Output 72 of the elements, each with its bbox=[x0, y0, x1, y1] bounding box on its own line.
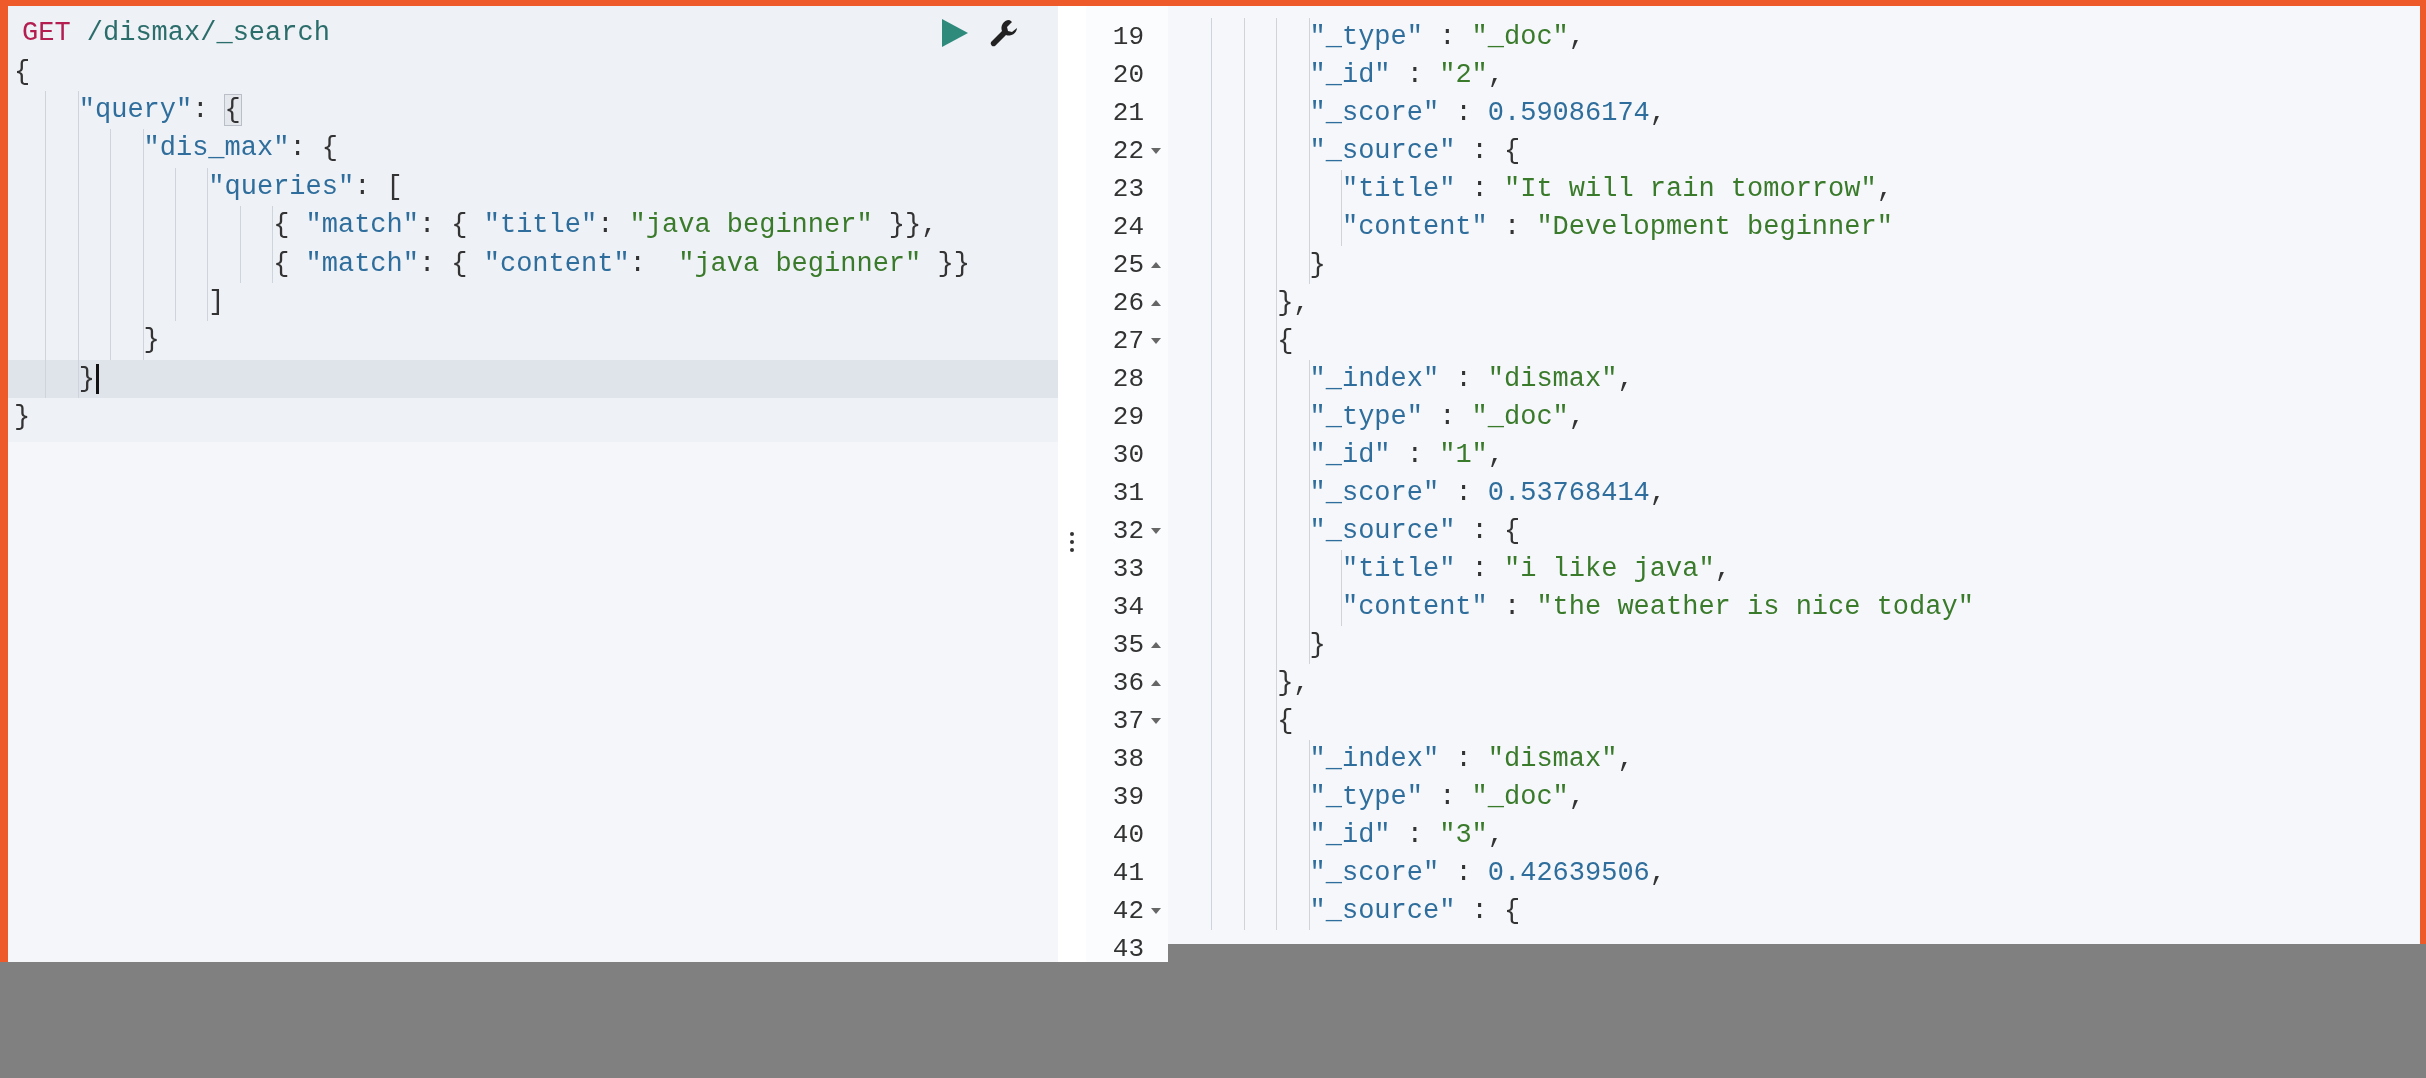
code-line: "content" : "the weather is nice today" bbox=[1180, 588, 1974, 626]
caret-up-icon[interactable] bbox=[1151, 300, 1161, 306]
line-number: 38 bbox=[1112, 744, 1144, 774]
line-number: 26 bbox=[1112, 288, 1144, 318]
code-line: "_source" : { bbox=[1180, 132, 1521, 170]
caret-down-icon[interactable] bbox=[1151, 148, 1161, 154]
wrench-icon[interactable] bbox=[990, 19, 1018, 48]
line-number: 43 bbox=[1112, 934, 1144, 964]
caret-down-icon[interactable] bbox=[1151, 718, 1161, 724]
code-line: ] bbox=[8, 282, 225, 322]
code-line: { bbox=[1180, 322, 1294, 360]
caret-up-icon[interactable] bbox=[1151, 642, 1161, 648]
line-number: 19 bbox=[1112, 22, 1144, 52]
line-number: 23 bbox=[1112, 174, 1144, 204]
caret-down-icon[interactable] bbox=[1151, 338, 1161, 344]
line-number: 24 bbox=[1112, 212, 1144, 242]
code-line: } bbox=[8, 321, 160, 360]
code-line: }, bbox=[1180, 664, 1310, 702]
line-number: 39 bbox=[1112, 782, 1144, 812]
code-line: "query": { bbox=[8, 90, 241, 130]
code-line: "_index" : "dismax", bbox=[1180, 740, 1634, 778]
code-line: "_score" : 0.42639506, bbox=[1180, 854, 1667, 892]
code-line: "title" : "i like java", bbox=[1180, 550, 1731, 588]
code-line: } bbox=[1180, 626, 1326, 664]
line-number: 29 bbox=[1112, 402, 1144, 432]
code-line: { "match": { "content": "java beginner" }} bbox=[8, 244, 970, 283]
line-number: 42 bbox=[1112, 896, 1144, 926]
line-number: 27 bbox=[1112, 326, 1144, 356]
code-line: "_id" : "1", bbox=[1180, 436, 1504, 474]
code-line: "_score" : 0.59086174, bbox=[1180, 94, 1667, 132]
code-line: } bbox=[13, 401, 31, 435]
code-line: "_source" : { bbox=[1180, 512, 1521, 550]
code-line: "queries": [ bbox=[8, 167, 403, 206]
line-number: 32 bbox=[1112, 516, 1144, 546]
code-line: "_type" : "_doc", bbox=[1180, 778, 1585, 816]
line-number: 33 bbox=[1112, 554, 1144, 584]
code-line: "_source" : { bbox=[1180, 892, 1521, 930]
code-line: "_type" : "_doc", bbox=[1180, 18, 1585, 56]
caret-up-icon[interactable] bbox=[1151, 262, 1161, 268]
line-number: 22 bbox=[1112, 136, 1144, 166]
play-icon[interactable] bbox=[942, 19, 968, 48]
line-number: 21 bbox=[1112, 98, 1144, 128]
code-line: "title" : "It will rain tomorrow", bbox=[1180, 170, 1893, 208]
code-line: } bbox=[1180, 246, 1326, 284]
code-line: "_score" : 0.53768414, bbox=[1180, 474, 1667, 512]
line-number: 30 bbox=[1112, 440, 1144, 470]
line-number: 25 bbox=[1112, 250, 1144, 280]
code-line: { bbox=[13, 55, 31, 89]
code-line: "_id" : "3", bbox=[1180, 816, 1504, 854]
line-number: 35 bbox=[1112, 630, 1144, 660]
line-number: 40 bbox=[1112, 820, 1144, 850]
line-number: 41 bbox=[1112, 858, 1144, 888]
line-number: 37 bbox=[1112, 706, 1144, 736]
code-line: "_id" : "2", bbox=[1180, 56, 1504, 94]
caret-down-icon[interactable] bbox=[1151, 908, 1161, 914]
caret-down-icon[interactable] bbox=[1151, 528, 1161, 534]
code-line: { "match": { "title": "java beginner" }}, bbox=[8, 205, 938, 245]
code-line: { bbox=[1180, 702, 1294, 740]
request-line: GET /dismax/_search bbox=[21, 17, 330, 51]
caret-up-icon[interactable] bbox=[1151, 680, 1161, 686]
drag-handle-icon[interactable] bbox=[1070, 532, 1074, 552]
code-line: "content" : "Development beginner" bbox=[1180, 208, 1893, 246]
code-line: "_index" : "dismax", bbox=[1180, 360, 1634, 398]
line-number: 28 bbox=[1112, 364, 1144, 394]
code-line: }, bbox=[1180, 284, 1310, 322]
line-number: 20 bbox=[1112, 60, 1144, 90]
code-line: "_type" : "_doc", bbox=[1180, 398, 1585, 436]
line-number: 31 bbox=[1112, 478, 1144, 508]
code-line: } bbox=[8, 359, 99, 398]
code-line: "dis_max": { bbox=[8, 129, 338, 168]
line-number: 36 bbox=[1112, 668, 1144, 698]
line-number: 34 bbox=[1112, 592, 1144, 622]
